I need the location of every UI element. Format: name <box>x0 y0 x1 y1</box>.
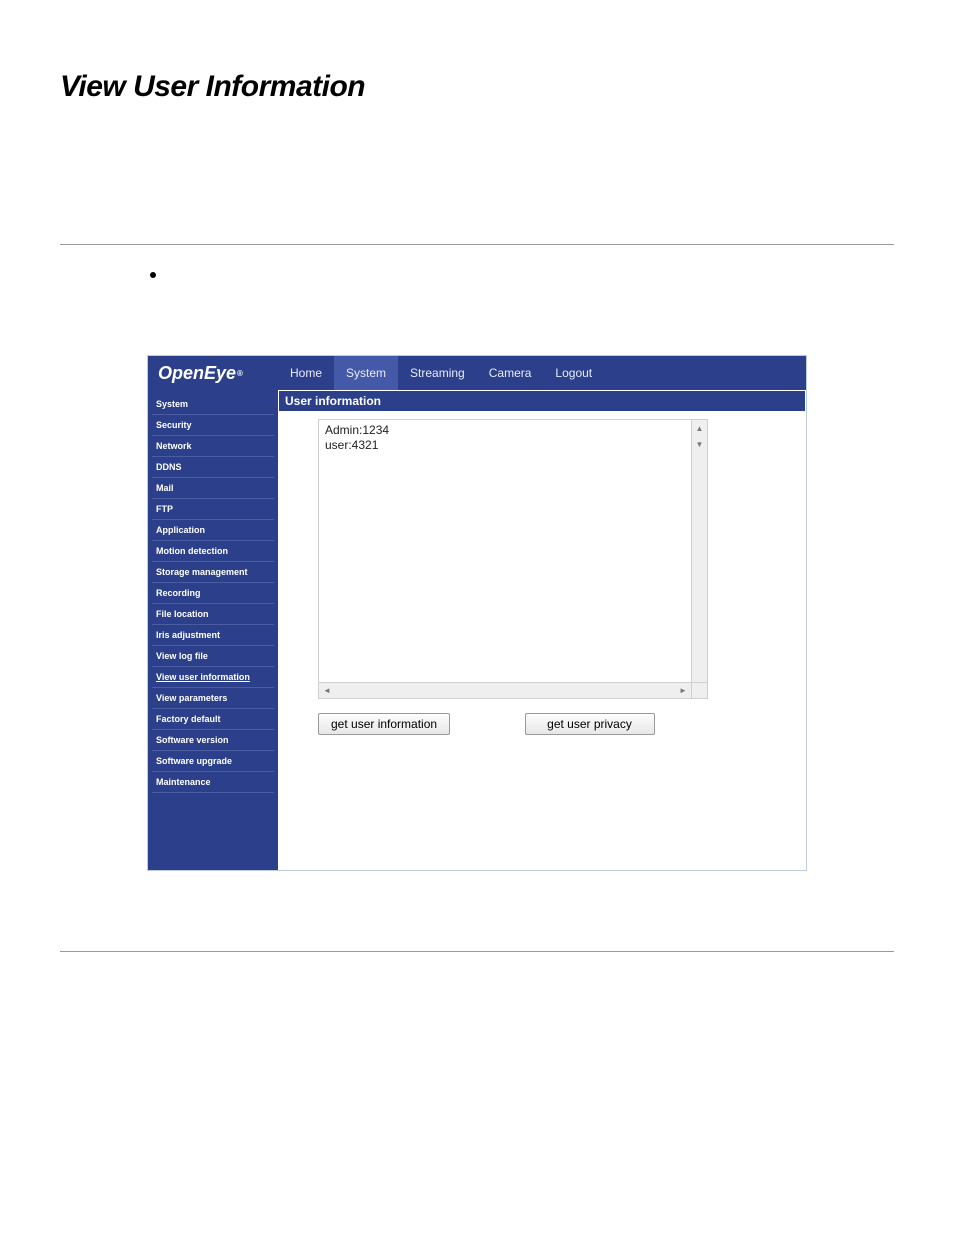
tab-streaming[interactable]: Streaming <box>398 356 477 390</box>
app-window: OpenEye® HomeSystemStreamingCameraLogout… <box>147 355 807 871</box>
divider-bottom <box>60 951 894 952</box>
tabs: HomeSystemStreamingCameraLogout <box>278 356 806 390</box>
logo-reg-icon: ® <box>237 369 243 378</box>
content-header: User information <box>278 390 806 411</box>
scroll-corner <box>691 682 707 698</box>
sidebar-item-software-upgrade[interactable]: Software upgrade <box>152 751 274 772</box>
info-text: Admin:1234user:4321 <box>319 420 707 456</box>
sidebar-item-file-location[interactable]: File location <box>152 604 274 625</box>
sidebar-item-view-parameters[interactable]: View parameters <box>152 688 274 709</box>
body: SystemSecurityNetworkDDNSMailFTPApplicat… <box>148 390 806 870</box>
info-box-wrap: Admin:1234user:4321 ▲ ▼ ◄ ► <box>278 411 806 699</box>
sidebar-item-view-log-file[interactable]: View log file <box>152 646 274 667</box>
scroll-up-icon[interactable]: ▲ <box>692 420 707 436</box>
tab-home[interactable]: Home <box>278 356 334 390</box>
button-row: get user information get user privacy <box>278 699 806 735</box>
topbar: OpenEye® HomeSystemStreamingCameraLogout <box>148 356 806 390</box>
content: User information Admin:1234user:4321 ▲ ▼… <box>278 390 806 870</box>
sidebar-item-network[interactable]: Network <box>152 436 274 457</box>
sidebar-item-view-user-information[interactable]: View user information <box>152 667 274 688</box>
get-user-information-button[interactable]: get user information <box>318 713 450 735</box>
sidebar-item-mail[interactable]: Mail <box>152 478 274 499</box>
logo-text: OpenEye <box>158 363 236 384</box>
info-box: Admin:1234user:4321 ▲ ▼ ◄ ► <box>318 419 708 699</box>
bullet-area <box>60 245 894 335</box>
sidebar-item-recording[interactable]: Recording <box>152 583 274 604</box>
sidebar-item-software-version[interactable]: Software version <box>152 730 274 751</box>
tab-camera[interactable]: Camera <box>477 356 544 390</box>
sidebar-item-motion-detection[interactable]: Motion detection <box>152 541 274 562</box>
sidebar-item-application[interactable]: Application <box>152 520 274 541</box>
sidebar-item-maintenance[interactable]: Maintenance <box>152 772 274 793</box>
scroll-left-icon[interactable]: ◄ <box>319 683 335 698</box>
get-user-privacy-button[interactable]: get user privacy <box>525 713 655 735</box>
tab-logout[interactable]: Logout <box>543 356 604 390</box>
scroll-right-icon[interactable]: ► <box>675 683 691 698</box>
user-info-line: user:4321 <box>325 438 701 453</box>
vertical-scrollbar[interactable]: ▲ ▼ <box>691 420 707 682</box>
tab-system[interactable]: System <box>334 356 398 390</box>
user-info-line: Admin:1234 <box>325 423 701 438</box>
sidebar-item-ftp[interactable]: FTP <box>152 499 274 520</box>
sidebar-item-security[interactable]: Security <box>152 415 274 436</box>
sidebar-item-iris-adjustment[interactable]: Iris adjustment <box>152 625 274 646</box>
sidebar-item-system[interactable]: System <box>152 394 274 415</box>
sidebar-item-storage-management[interactable]: Storage management <box>152 562 274 583</box>
sidebar-item-ddns[interactable]: DDNS <box>152 457 274 478</box>
horizontal-scrollbar[interactable]: ◄ ► <box>319 682 691 698</box>
bullet-icon <box>150 272 156 278</box>
sidebar-item-factory-default[interactable]: Factory default <box>152 709 274 730</box>
page-title: View User Information <box>60 70 894 104</box>
sidebar: SystemSecurityNetworkDDNSMailFTPApplicat… <box>148 390 278 870</box>
scroll-down-icon[interactable]: ▼ <box>692 436 707 452</box>
logo: OpenEye® <box>148 356 278 390</box>
